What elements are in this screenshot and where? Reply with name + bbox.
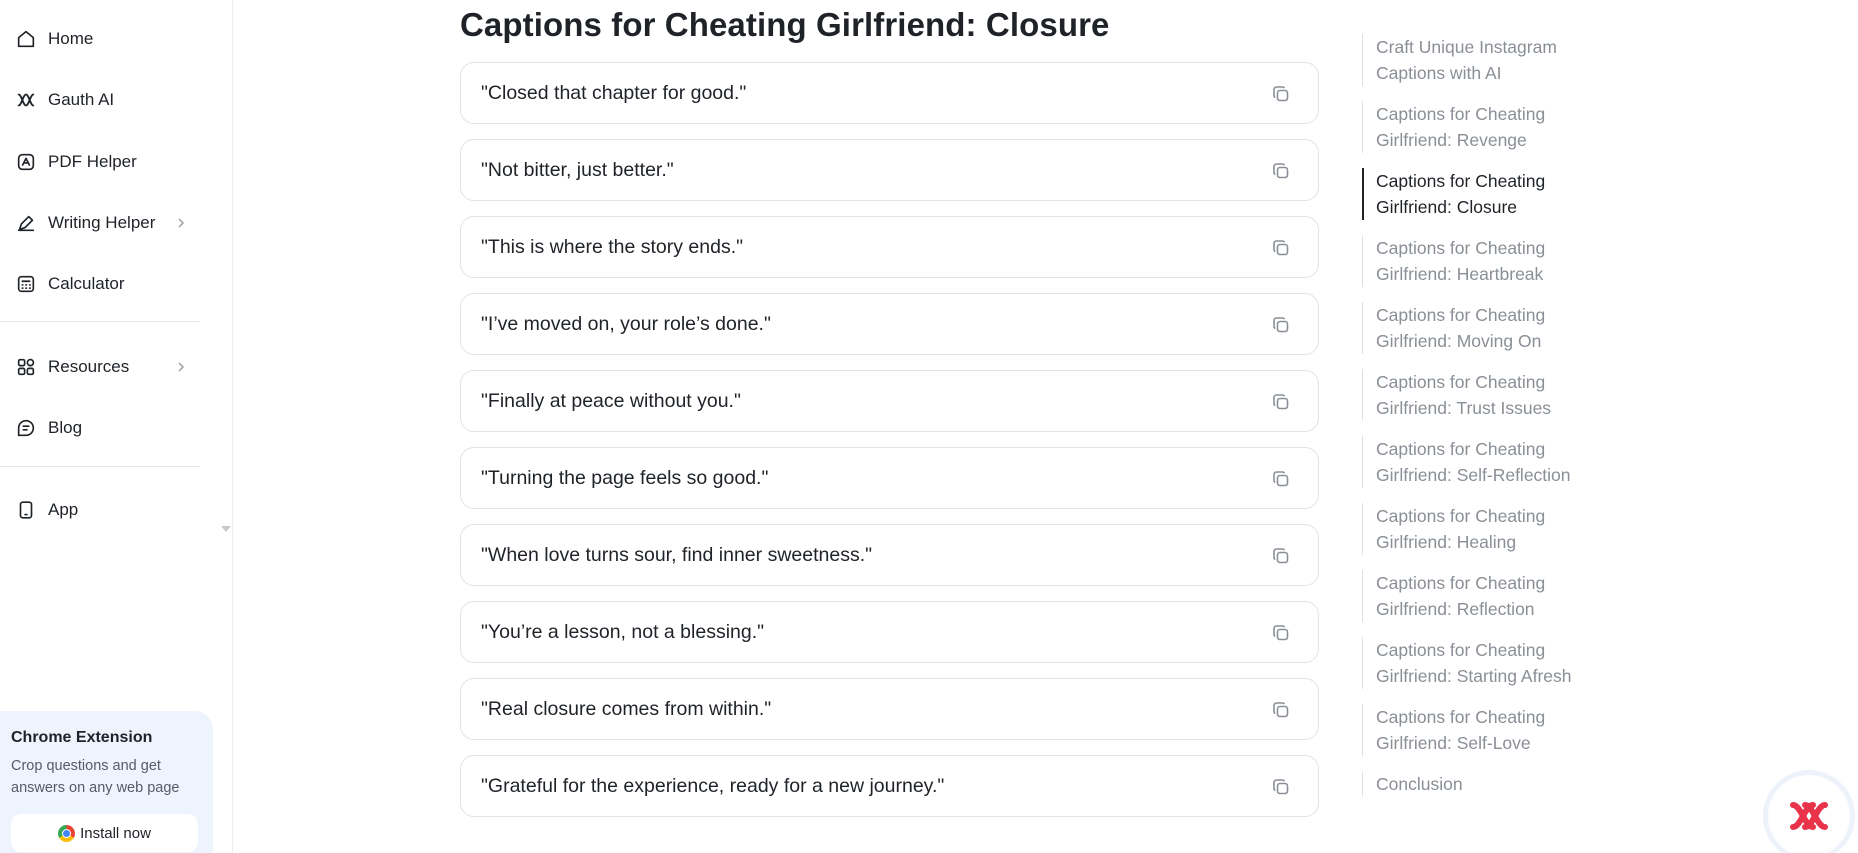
caption-text: "Real closure comes from within."	[481, 697, 772, 720]
calculator-icon	[14, 272, 38, 296]
copy-icon[interactable]	[1270, 545, 1292, 567]
nav-pdf-helper[interactable]: PDF Helper	[14, 142, 204, 182]
extension-title: Chrome Extension	[11, 729, 153, 746]
nav-blog-label: Blog	[48, 418, 83, 437]
caption-card: "Not bitter, just better."	[460, 139, 1319, 201]
copy-icon[interactable]	[1270, 160, 1292, 182]
toc-item[interactable]: Captions for Cheating Girlfriend: Moving…	[1362, 302, 1592, 354]
copy-icon[interactable]	[1270, 314, 1292, 336]
toc-item[interactable]: Captions for Cheating Girlfriend: Self-L…	[1362, 704, 1592, 756]
caption-text: "You’re a lesson, not a blessing."	[481, 620, 765, 643]
caption-text: "Closed that chapter for good."	[481, 81, 747, 104]
chrome-icon	[58, 824, 76, 842]
toc-item[interactable]: Craft Unique Instagram Captions with AI	[1362, 34, 1592, 86]
chevron-right-icon	[172, 214, 190, 232]
caption-card: "You’re a lesson, not a blessing."	[460, 601, 1319, 663]
nav-resources-label: Resources	[48, 357, 130, 376]
caption-text: "Grateful for the experience, ready for …	[481, 774, 945, 797]
phone-icon	[14, 498, 38, 522]
copy-icon[interactable]	[1270, 776, 1292, 798]
nav-home-label: Home	[48, 29, 94, 48]
toc-item[interactable]: Captions for Cheating Girlfriend: Trust …	[1362, 369, 1592, 421]
caption-card: "This is where the story ends."	[460, 216, 1319, 278]
sidebar: Home Gauth AI PDF Helper Writing Helper …	[0, 0, 233, 853]
table-of-contents: Craft Unique Instagram Captions with AI C…	[1362, 34, 1592, 812]
caption-card: "Closed that chapter for good."	[460, 62, 1319, 124]
gauth-logo-icon	[1787, 801, 1831, 831]
caption-card: "Real closure comes from within."	[460, 678, 1319, 740]
caption-text: "Finally at peace without you."	[481, 389, 741, 412]
nav-calculator[interactable]: Calculator	[14, 264, 204, 304]
pen-icon	[14, 211, 38, 235]
toc-item[interactable]: Captions for Cheating Girlfriend: Starti…	[1362, 637, 1592, 689]
chevron-right-icon	[172, 358, 190, 376]
copy-icon[interactable]	[1270, 83, 1292, 105]
copy-icon[interactable]	[1270, 237, 1292, 259]
caption-text: "I’ve moved on, your role’s done."	[481, 312, 771, 335]
nav-gauth-ai[interactable]: Gauth AI	[14, 80, 204, 120]
toc-item[interactable]: Captions for Cheating Girlfriend: Reflec…	[1362, 570, 1592, 622]
chrome-extension-card: Chrome Extension Crop questions and get …	[0, 711, 213, 853]
home-icon	[14, 27, 38, 51]
pdf-icon	[14, 150, 38, 174]
gauth-ai-icon	[14, 88, 38, 112]
caption-text: "Not bitter, just better."	[481, 158, 674, 181]
extension-description: Crop questions and get answers on any we…	[11, 758, 180, 796]
caption-card: "I’ve moved on, your role’s done."	[460, 293, 1319, 355]
nav-app-label: App	[48, 500, 79, 519]
floating-gauth-button[interactable]	[1763, 770, 1855, 853]
caption-text: "This is where the story ends."	[481, 235, 744, 258]
grid-icon	[14, 355, 38, 379]
copy-icon[interactable]	[1270, 391, 1292, 413]
nav-writing-helper-label: Writing Helper	[48, 213, 156, 232]
toc-item[interactable]: Conclusion	[1362, 771, 1592, 797]
toc-item[interactable]: Captions for Cheating Girlfriend: Reveng…	[1362, 101, 1592, 153]
caption-card: "Finally at peace without you."	[460, 370, 1319, 432]
scroll-down-caret-icon[interactable]	[221, 526, 231, 532]
install-now-label: Install now	[80, 824, 151, 842]
nav-gauth-ai-label: Gauth AI	[48, 90, 115, 109]
copy-icon[interactable]	[1270, 622, 1292, 644]
copy-icon[interactable]	[1270, 468, 1292, 490]
nav-writing-helper[interactable]: Writing Helper	[14, 203, 204, 243]
nav-resources[interactable]: Resources	[14, 347, 204, 387]
blog-icon	[14, 416, 38, 440]
caption-card: "Turning the page feels so good."	[460, 447, 1319, 509]
page-title: Captions for Cheating Girlfriend: Closur…	[460, 6, 1110, 43]
caption-text: "Turning the page feels so good."	[481, 466, 769, 489]
toc-item[interactable]: Captions for Cheating Girlfriend: Self-R…	[1362, 436, 1592, 488]
nav-app[interactable]: App	[14, 490, 204, 530]
toc-item[interactable]: Captions for Cheating Girlfriend: Closur…	[1362, 168, 1592, 220]
nav-pdf-helper-label: PDF Helper	[48, 152, 137, 171]
nav-divider	[0, 466, 200, 467]
caption-card: "When love turns sour, find inner sweetn…	[460, 524, 1319, 586]
toc-item[interactable]: Captions for Cheating Girlfriend: Heartb…	[1362, 235, 1592, 287]
install-now-button[interactable]: Install now	[11, 814, 198, 852]
caption-text: "When love turns sour, find inner sweetn…	[481, 543, 873, 566]
nav-divider	[0, 321, 200, 322]
nav-blog[interactable]: Blog	[14, 408, 204, 448]
caption-list: "Closed that chapter for good." "Not bitt…	[460, 62, 1319, 832]
nav-home[interactable]: Home	[14, 19, 204, 59]
copy-icon[interactable]	[1270, 699, 1292, 721]
toc-item[interactable]: Captions for Cheating Girlfriend: Healin…	[1362, 503, 1592, 555]
nav-calculator-label: Calculator	[48, 274, 125, 293]
caption-card: "Grateful for the experience, ready for …	[460, 755, 1319, 817]
